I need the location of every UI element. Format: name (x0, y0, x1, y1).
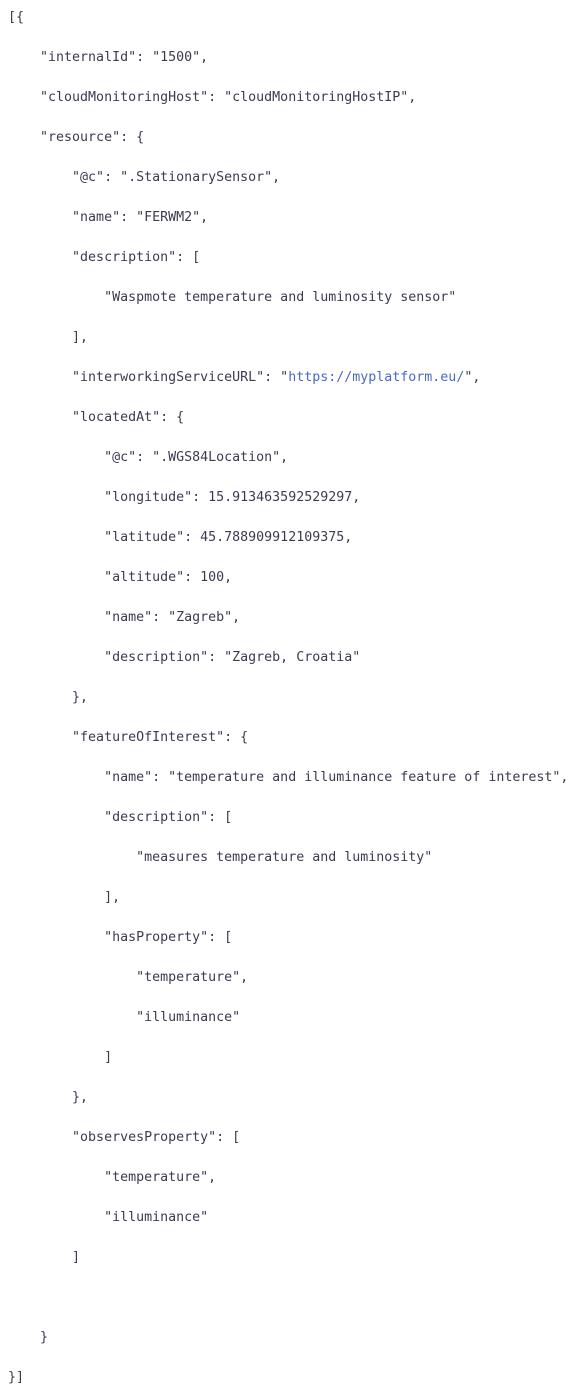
code-line: "description": "Zagreb, Croatia" (8, 648, 574, 668)
code-line: "name": "FERWM2", (8, 208, 574, 228)
code-text: "@c": ".StationarySensor", (8, 170, 281, 185)
code-line: }, (8, 1088, 574, 1108)
code-text: } (8, 1330, 49, 1345)
code-text: "Waspmote temperature and luminosity sen… (8, 290, 457, 305)
code-line: [{ (8, 8, 574, 28)
code-text: "interworkingServiceURL": " (8, 370, 289, 385)
code-line: "locatedAt": { (8, 408, 574, 428)
code-line: ], (8, 328, 574, 348)
code-text: "description": [ (8, 250, 201, 265)
code-text: "latitude": 45.788909912109375, (8, 530, 353, 545)
code-line: ], (8, 888, 574, 908)
code-text: "resource": { (8, 130, 145, 145)
code-line: ] (8, 1048, 574, 1068)
code-line: "altitude": 100, (8, 568, 574, 588)
code-line: }] (8, 1368, 574, 1388)
code-text: "name": "FERWM2", (8, 210, 209, 225)
code-text: "illuminance" (8, 1010, 241, 1025)
code-line: "name": "temperature and illuminance fea… (8, 768, 574, 788)
code-line: "measures temperature and luminosity" (8, 848, 574, 868)
code-line: "observesProperty": [ (8, 1128, 574, 1148)
code-text: "name": "temperature and illuminance fea… (8, 770, 569, 785)
code-text: "cloudMonitoringHost": "cloudMonitoringH… (8, 90, 417, 105)
code-line: "@c": ".StationarySensor", (8, 168, 574, 188)
code-line: "@c": ".WGS84Location", (8, 448, 574, 468)
code-line: "temperature", (8, 968, 574, 988)
code-text: ] (8, 1250, 81, 1265)
interworking-service-url-link[interactable]: https://myplatform.eu/ (288, 370, 464, 385)
code-text: "@c": ".WGS84Location", (8, 450, 289, 465)
code-text: "description": [ (8, 810, 233, 825)
code-text: ], (8, 890, 121, 905)
code-text: }, (8, 690, 89, 705)
code-text: }] (8, 1370, 25, 1385)
code-text: "longitude": 15.913463592529297, (8, 490, 361, 505)
code-text: }, (8, 1090, 89, 1105)
code-text: "temperature", (8, 970, 249, 985)
code-text: "locatedAt": { (8, 410, 185, 425)
code-line: "featureOfInterest": { (8, 728, 574, 748)
code-line: "interworkingServiceURL": "https://mypla… (8, 368, 574, 388)
code-line: "illuminance" (8, 1208, 574, 1228)
code-text: ] (8, 1050, 113, 1065)
code-text: "name": "Zagreb", (8, 610, 241, 625)
json-code-listing[interactable]: [{ "internalId": "1500", "cloudMonitorin… (0, 0, 574, 1388)
code-text: ], (8, 330, 89, 345)
code-line: ] (8, 1248, 574, 1268)
code-text: ", (464, 370, 481, 385)
code-text: "altitude": 100, (8, 570, 233, 585)
code-line: "description": [ (8, 808, 574, 828)
code-text: "hasProperty": [ (8, 930, 233, 945)
code-text: "featureOfInterest": { (8, 730, 249, 745)
code-line: "resource": { (8, 128, 574, 148)
code-line: } (8, 1328, 574, 1348)
code-text: "observesProperty": [ (8, 1130, 241, 1145)
code-text: [{ (8, 10, 25, 25)
code-line: "Waspmote temperature and luminosity sen… (8, 288, 574, 308)
code-line: "longitude": 15.913463592529297, (8, 488, 574, 508)
code-text: "description": "Zagreb, Croatia" (8, 650, 361, 665)
code-line: "description": [ (8, 248, 574, 268)
code-text: "illuminance" (8, 1210, 209, 1225)
code-text: "internalId": "1500", (8, 50, 209, 65)
code-line: }, (8, 688, 574, 708)
code-line: "internalId": "1500", (8, 48, 574, 68)
code-text: "measures temperature and luminosity" (8, 850, 433, 865)
code-line: "temperature", (8, 1168, 574, 1188)
code-line: "hasProperty": [ (8, 928, 574, 948)
code-line: "cloudMonitoringHost": "cloudMonitoringH… (8, 88, 574, 108)
json-code-viewer[interactable]: [{ "internalId": "1500", "cloudMonitorin… (0, 0, 574, 1385)
code-line: "latitude": 45.788909912109375, (8, 528, 574, 548)
code-line: "illuminance" (8, 1008, 574, 1028)
code-line: "name": "Zagreb", (8, 608, 574, 628)
code-text: "temperature", (8, 1170, 217, 1185)
